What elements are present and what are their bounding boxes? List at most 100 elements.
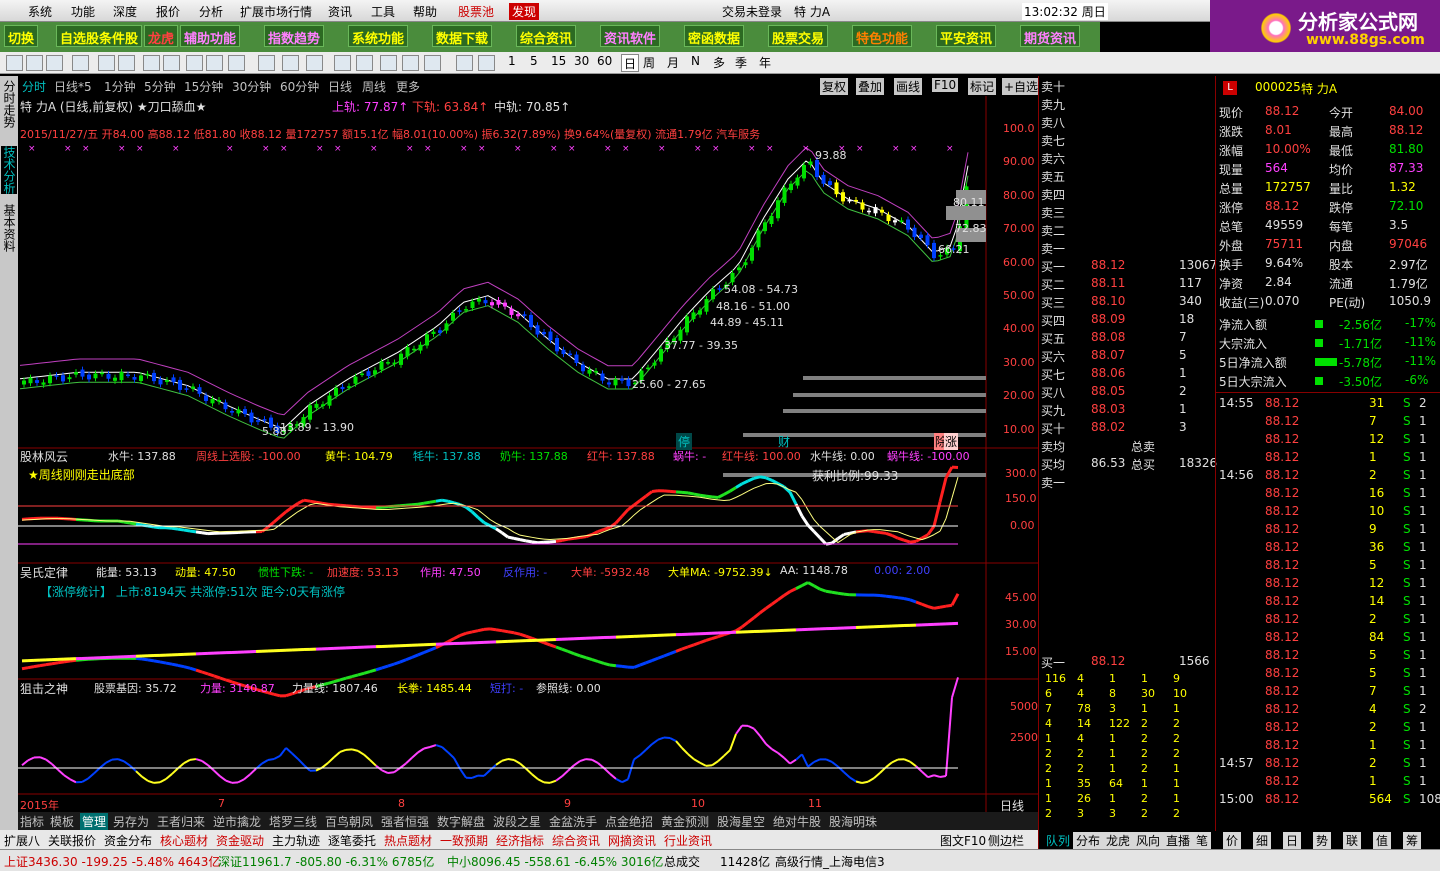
- panel-tab[interactable]: 龙虎: [1103, 832, 1134, 849]
- menu-analysis[interactable]: 分析: [199, 3, 223, 20]
- itab-8[interactable]: 强者恒强: [381, 813, 429, 830]
- window-icon[interactable]: [163, 55, 180, 71]
- etab-3[interactable]: 核心题材: [160, 832, 208, 849]
- assist-button[interactable]: 辅助功能: [180, 25, 241, 47]
- itab-10[interactable]: 波段之星: [493, 813, 541, 830]
- panel-tab[interactable]: 联: [1343, 832, 1362, 849]
- rsi-icon[interactable]: [356, 55, 373, 71]
- menu-discover[interactable]: 发现: [509, 3, 540, 20]
- tab-5min[interactable]: 5分钟: [144, 78, 176, 95]
- system-function-button[interactable]: 系统功能: [348, 25, 409, 47]
- itab-11[interactable]: 金盆洗手: [549, 813, 597, 830]
- f10-button[interactable]: F10: [932, 78, 959, 92]
- itab-16[interactable]: 股海明珠: [829, 813, 877, 830]
- menu-tools[interactable]: 工具: [371, 3, 395, 20]
- menu-function[interactable]: 功能: [71, 3, 95, 20]
- down-icon[interactable]: [46, 55, 63, 71]
- condition-stock-button[interactable]: 自选股条件股: [56, 25, 143, 47]
- overlay-button[interactable]: 叠加: [856, 78, 885, 95]
- tab-daily[interactable]: 日线: [328, 78, 352, 95]
- menu-help[interactable]: 帮助: [413, 3, 437, 20]
- period-year[interactable]: 年: [759, 54, 771, 72]
- news-button[interactable]: 综合资讯: [516, 25, 577, 47]
- tab-30min[interactable]: 30分钟: [232, 78, 271, 95]
- panel-tab[interactable]: 势: [1313, 832, 1332, 849]
- tab-more[interactable]: 更多: [396, 78, 420, 95]
- tab-intraday[interactable]: 分时走势: [1, 80, 17, 128]
- itab-13[interactable]: 黄金预测: [661, 813, 709, 830]
- tab-fundamental[interactable]: 基本资料: [1, 204, 17, 252]
- chart-icon[interactable]: [118, 55, 135, 71]
- menu-system[interactable]: 系统: [28, 3, 52, 20]
- menu-stock-pool[interactable]: 股票池: [458, 3, 494, 20]
- period-1[interactable]: 1: [508, 54, 516, 72]
- etab-11[interactable]: 网摘资讯: [608, 832, 656, 849]
- kline-icon[interactable]: [143, 55, 160, 71]
- ind3-title[interactable]: 狙击之神: [20, 680, 68, 697]
- ind2-title[interactable]: 吴氏定律: [20, 564, 68, 581]
- tab-fenshi[interactable]: 分时: [22, 78, 46, 95]
- up-icon[interactable]: [26, 55, 43, 71]
- data-download-button[interactable]: 数据下载: [432, 25, 493, 47]
- futures-button[interactable]: 期货资讯: [1020, 25, 1081, 47]
- menu-extended-market[interactable]: 扩展市场行情: [240, 3, 312, 20]
- table-icon[interactable]: [228, 55, 245, 71]
- itab-7[interactable]: 百鸟朝凤: [325, 813, 373, 830]
- etab-5[interactable]: 主力轨迹: [272, 832, 320, 849]
- index-zx[interactable]: 中小8096.45 -558.61 -6.45% 3016亿: [447, 853, 663, 870]
- draw-button[interactable]: 画线: [894, 78, 923, 95]
- etab-13[interactable]: 图文F10: [940, 832, 986, 849]
- feature-button[interactable]: 特色功能: [852, 25, 913, 47]
- menu-quote[interactable]: 报价: [156, 3, 180, 20]
- fs-icon[interactable]: [456, 55, 473, 71]
- menu-depth[interactable]: 深度: [113, 3, 137, 20]
- etab-10[interactable]: 综合资讯: [552, 832, 600, 849]
- tab-15min[interactable]: 15分钟: [184, 78, 223, 95]
- mark-button[interactable]: 标记: [968, 78, 997, 95]
- refresh-icon[interactable]: [478, 55, 495, 71]
- dragon-button[interactable]: 龙虎: [144, 25, 179, 47]
- back-icon[interactable]: [6, 55, 23, 71]
- panel-tab[interactable]: 笔: [1193, 832, 1212, 849]
- etab-4[interactable]: 资金驱动: [216, 832, 264, 849]
- index-sh[interactable]: 上证3436.30 -199.25 -5.48% 4643亿: [4, 853, 220, 870]
- menu-info[interactable]: 资讯: [328, 3, 352, 20]
- period-15[interactable]: 15: [551, 54, 566, 72]
- itab-9[interactable]: 数字解盘: [437, 813, 485, 830]
- list-icon[interactable]: [98, 55, 115, 71]
- switch-button[interactable]: 切换: [4, 25, 39, 47]
- itab-1[interactable]: 模板: [50, 813, 74, 830]
- etab-6[interactable]: 逐笔委托: [328, 832, 376, 849]
- period-60[interactable]: 60: [597, 54, 612, 72]
- f10-icon[interactable]: [206, 55, 223, 71]
- panel-tab[interactable]: 队列: [1043, 832, 1074, 849]
- ind1-title[interactable]: 股林风云: [20, 448, 68, 465]
- itab-4[interactable]: 王者归来: [157, 813, 205, 830]
- etab-2[interactable]: 资金分布: [104, 832, 152, 849]
- panel-tab[interactable]: 直播: [1163, 832, 1194, 849]
- period-month[interactable]: 月: [667, 54, 679, 72]
- panel-tab[interactable]: 价: [1223, 832, 1242, 849]
- itab-5[interactable]: 逆市擒龙: [213, 813, 261, 830]
- etab-8[interactable]: 一致预期: [440, 832, 488, 849]
- page-icon[interactable]: [72, 55, 89, 71]
- etab-1[interactable]: 关联报价: [48, 832, 96, 849]
- itab-14[interactable]: 股海星空: [717, 813, 765, 830]
- secret-data-button[interactable]: 密函数据: [684, 25, 745, 47]
- panel-tab[interactable]: 筹: [1403, 832, 1422, 849]
- fin-icon[interactable]: [186, 55, 203, 71]
- itab-0[interactable]: 指标: [20, 813, 44, 830]
- feed-server[interactable]: 高级行情_上海电信3: [775, 853, 885, 870]
- itab-15[interactable]: 绝对牛股: [773, 813, 821, 830]
- tab-1min[interactable]: 1分钟: [104, 78, 136, 95]
- t90-icon[interactable]: [282, 55, 299, 71]
- period-quarter[interactable]: 季: [735, 54, 747, 72]
- pen-icon[interactable]: [424, 55, 441, 71]
- period-multi[interactable]: 多: [713, 54, 725, 72]
- index-sz[interactable]: 深证11961.7 -805.80 -6.31% 6785亿: [218, 853, 434, 870]
- tick-icon[interactable]: [258, 55, 275, 71]
- index-trend-button[interactable]: 指数趋势: [264, 25, 325, 47]
- itab-12[interactable]: 点金绝招: [605, 813, 653, 830]
- period-n[interactable]: N: [691, 54, 700, 72]
- add-favorite-button[interactable]: +自选: [1002, 78, 1041, 95]
